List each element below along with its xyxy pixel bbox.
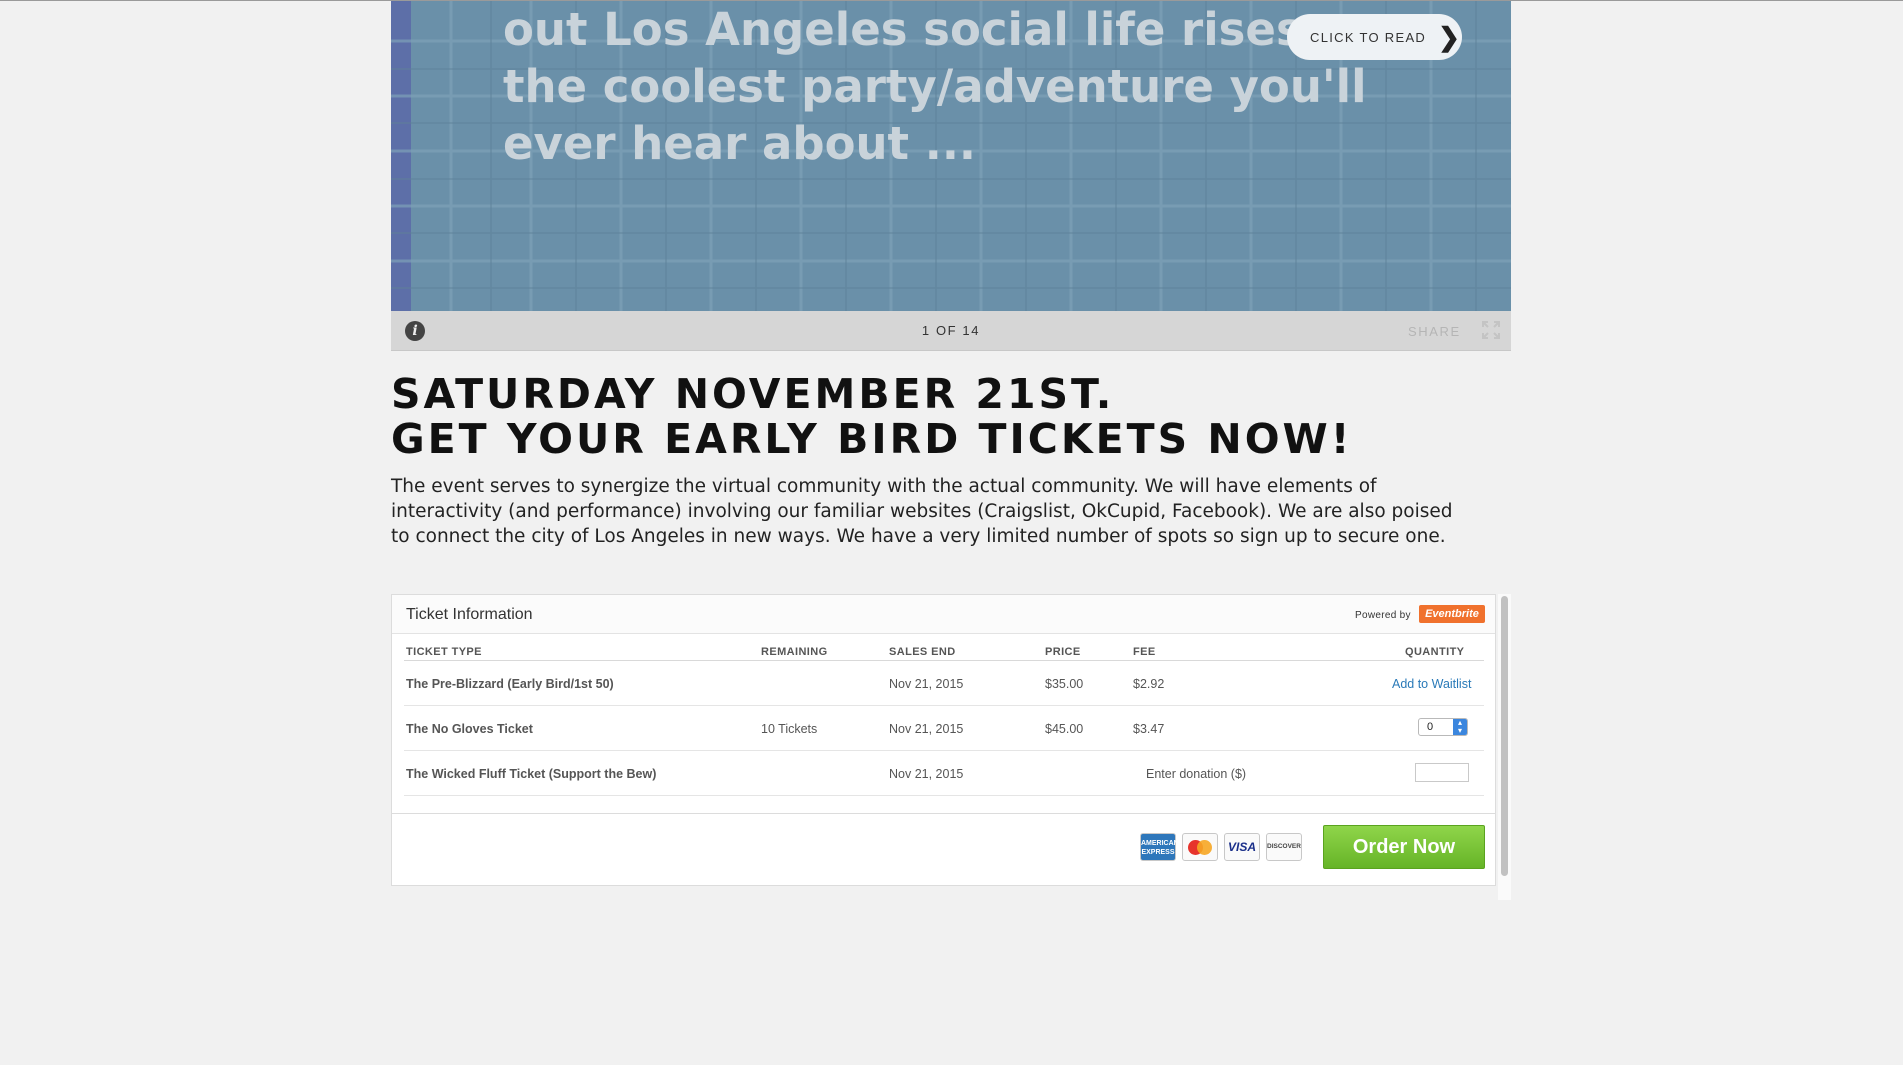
slideshow-toolbar: i 1 OF 14 SHARE — [391, 311, 1511, 351]
ticket-fee: $3.47 — [1133, 722, 1165, 736]
click-to-read-button[interactable]: CLICK TO READ ❯ — [1287, 14, 1462, 60]
ticket-table-header: TICKET TYPE REMAINING SALES END PRICE FE… — [404, 634, 1484, 661]
ticket-name: The Pre-Blizzard (Early Bird/1st 50) — [406, 677, 614, 691]
ticket-sales-end: Nov 21, 2015 — [889, 677, 964, 691]
donation-input[interactable] — [1415, 763, 1469, 782]
share-button[interactable]: SHARE — [1408, 324, 1461, 339]
scrollbar-thumb[interactable] — [1501, 596, 1508, 876]
quantity-value: 0 — [1427, 721, 1434, 733]
amex-card-icon: AMERICAN EXPRESS — [1140, 833, 1179, 861]
slide-caption-line: the coolest party/adventure you'll — [503, 60, 1367, 113]
order-now-button[interactable]: Order Now — [1323, 825, 1485, 869]
table-row: The Wicked Fluff Ticket (Support the Bew… — [404, 751, 1484, 796]
select-arrows-icon: ▴ ▾ — [1453, 719, 1467, 735]
headline-line-1: SATURDAY NOVEMBER 21ST. — [391, 370, 1115, 418]
powered-by-label: Powered by — [1355, 610, 1411, 621]
table-row: The No Gloves Ticket 10 Tickets Nov 21, … — [404, 706, 1484, 751]
slide-caption: out Los Angeles social life rises the co… — [503, 1, 1367, 172]
donation-label: Enter donation ($) — [1146, 767, 1247, 781]
add-to-waitlist-link[interactable]: Add to Waitlist — [1392, 677, 1471, 691]
chevron-right-icon: ❯ — [1438, 22, 1460, 52]
slide-caption-line: ever hear about ... — [503, 117, 977, 170]
col-sales-end: SALES END — [889, 646, 956, 658]
mastercard-icon — [1182, 833, 1218, 861]
eventbrite-logo[interactable]: Eventbrite — [1419, 605, 1485, 623]
col-remaining: REMAINING — [761, 646, 828, 658]
ticket-widget-header: Ticket Information Powered by Eventbrite — [392, 595, 1495, 634]
ticket-name: The No Gloves Ticket — [406, 722, 533, 736]
slide-caption-line: out Los Angeles social life rises — [503, 3, 1303, 56]
ticket-sales-end: Nov 21, 2015 — [889, 767, 964, 781]
table-row: The Pre-Blizzard (Early Bird/1st 50) Nov… — [404, 661, 1484, 706]
ticket-remaining: 10 Tickets — [761, 722, 818, 736]
ticket-price: $45.00 — [1045, 722, 1084, 736]
click-to-read-label: CLICK TO READ — [1310, 29, 1427, 45]
widget-scrollbar[interactable] — [1498, 594, 1511, 900]
visa-card-icon: VISA — [1224, 833, 1260, 861]
ticket-widget-title: Ticket Information — [406, 606, 533, 623]
col-ticket-type: TICKET TYPE — [406, 646, 482, 658]
ticket-fee: $2.92 — [1133, 677, 1165, 691]
page-headline: SATURDAY NOVEMBER 21ST. GET YOUR EARLY B… — [391, 372, 1352, 462]
ticket-name: The Wicked Fluff Ticket (Support the Bew… — [406, 767, 657, 781]
slide-counter: 1 OF 14 — [921, 323, 981, 338]
ticket-widget-divider — [392, 813, 1495, 814]
slideshow-image[interactable]: out Los Angeles social life rises the co… — [391, 1, 1511, 311]
quantity-select[interactable]: 0 ▴ ▾ — [1418, 718, 1468, 736]
col-quantity: QUANTITY — [1405, 646, 1465, 658]
ticket-sales-end: Nov 21, 2015 — [889, 722, 964, 736]
headline-line-2: GET YOUR EARLY BIRD TICKETS NOW! — [391, 415, 1353, 463]
ticket-price: $35.00 — [1045, 677, 1084, 691]
expand-icon[interactable] — [1481, 320, 1501, 340]
ticket-widget: Ticket Information Powered by Eventbrite… — [391, 594, 1496, 886]
col-price: PRICE — [1045, 646, 1081, 658]
event-description: The event serves to synergize the virtua… — [391, 476, 1453, 547]
discover-card-icon: DISCOVER — [1266, 833, 1302, 861]
col-fee: FEE — [1133, 646, 1156, 658]
